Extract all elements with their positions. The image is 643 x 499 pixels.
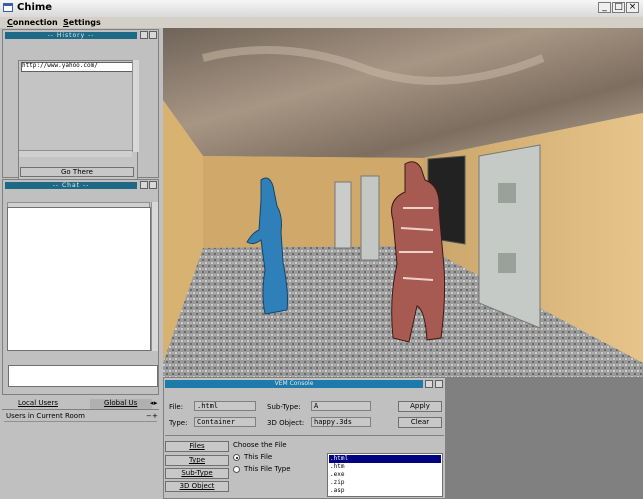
door-mid (360, 175, 380, 261)
title-bar: Chime _ □ × (0, 0, 643, 18)
history-item[interactable]: http://www.yahoo.com/ (21, 62, 137, 72)
console-close-button[interactable] (435, 380, 443, 388)
users-header: Users in Current Room (6, 412, 85, 420)
file-type-list[interactable]: .html .htm .exe .zip .asp (327, 453, 443, 497)
chat-panel: -- Chat -- (2, 179, 159, 395)
menu-bar: Connection Settings (0, 17, 643, 28)
users-list[interactable] (4, 421, 157, 499)
go-there-button[interactable]: Go There (20, 167, 134, 177)
list-item[interactable]: .htm (329, 463, 441, 471)
app-icon (3, 3, 13, 12)
subtype-label: Sub-Type: (267, 403, 301, 411)
type-field[interactable]: Container (194, 417, 256, 427)
list-item[interactable]: .html (329, 455, 441, 463)
tab-3d-object[interactable]: 3D Object (165, 481, 229, 492)
history-title: -- History -- (5, 32, 137, 39)
tab-local-users[interactable]: Local Users (8, 399, 80, 409)
users-panel: Local Users Global Us ◂ ▸ Users in Curre… (2, 397, 159, 499)
history-hscrollbar[interactable] (19, 150, 132, 157)
chat-title: -- Chat -- (5, 182, 137, 189)
console-minimize-button[interactable] (425, 380, 433, 388)
3d-viewport[interactable] (163, 28, 643, 377)
radio-this-file-type[interactable] (233, 466, 240, 473)
users-collapse-icon[interactable]: − (146, 412, 152, 420)
chat-log-scrollbar[interactable] (151, 202, 158, 351)
vem-console-panel: VEM Console File: .html Sub-Type: A Appl… (163, 377, 446, 499)
list-item[interactable]: .zip (329, 479, 441, 487)
tab-scroll-right-icon[interactable]: ▸ (154, 399, 158, 407)
chat-close-button[interactable] (149, 181, 157, 189)
console-divider (165, 435, 444, 436)
apply-button[interactable]: Apply (398, 401, 442, 412)
list-item[interactable]: .exe (329, 471, 441, 479)
3d-scene-render[interactable] (163, 28, 643, 377)
history-list[interactable]: http://www.yahoo.com/ (18, 60, 138, 182)
radio-this-file[interactable] (233, 454, 240, 461)
menu-connection[interactable]: Connection (7, 18, 58, 27)
door-near (478, 144, 541, 329)
history-close-button[interactable] (149, 31, 157, 39)
object3d-label: 3D Object: (267, 419, 305, 427)
type-label: Type: (169, 419, 188, 427)
history-panel: -- History -- http://www.yahoo.com/ Go T… (2, 29, 159, 182)
list-item[interactable]: .asp (329, 487, 441, 495)
choose-file-label: Choose the File (233, 441, 287, 449)
subtype-field[interactable]: A (311, 401, 371, 411)
chat-minimize-button[interactable] (140, 181, 148, 189)
menu-settings[interactable]: Settings (63, 18, 101, 27)
tab-sub-type[interactable]: Sub-Type (165, 468, 229, 479)
tab-global-users[interactable]: Global Us (90, 399, 152, 409)
minimize-button[interactable]: _ (598, 2, 611, 13)
chat-log (7, 207, 151, 351)
radio-this-file-label: This File (244, 453, 273, 461)
file-field[interactable]: .html (194, 401, 256, 411)
radio-this-file-type-label: This File Type (244, 465, 291, 473)
door-far (334, 181, 352, 249)
maximize-button[interactable]: □ (612, 2, 625, 13)
tab-type[interactable]: Type (165, 455, 229, 466)
file-label: File: (169, 403, 184, 411)
tab-files[interactable]: Files (165, 441, 229, 452)
empty-area (446, 377, 643, 499)
object3d-field[interactable]: happy.3ds (311, 417, 371, 427)
history-minimize-button[interactable] (140, 31, 148, 39)
tab-divider (2, 409, 159, 410)
users-expand-icon[interactable]: + (152, 412, 158, 420)
history-scrollbar[interactable] (132, 60, 139, 152)
close-button[interactable]: × (626, 2, 639, 13)
window-title: Chime (17, 2, 53, 13)
tab-scroll-left-icon[interactable]: ◂ (150, 399, 154, 407)
console-title: VEM Console (165, 380, 423, 388)
back-wall (203, 156, 423, 248)
chat-message-input[interactable] (8, 365, 158, 387)
clear-button[interactable]: Clear (398, 417, 442, 428)
